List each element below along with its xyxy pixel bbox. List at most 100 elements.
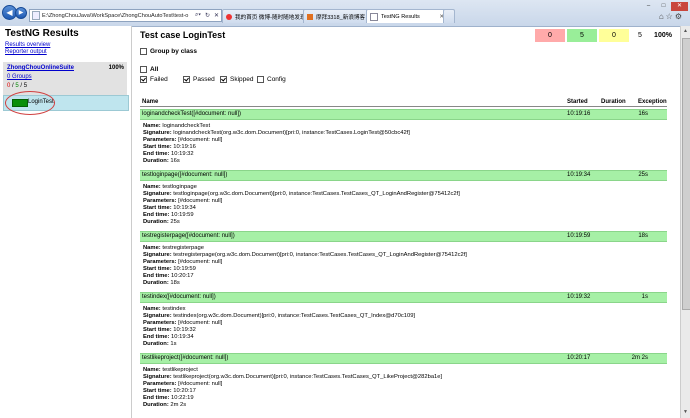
passed-checkbox[interactable] bbox=[183, 76, 190, 83]
detail-line: Duration: 1s bbox=[143, 341, 415, 348]
detail-line: Start time: 10:20:17 bbox=[143, 388, 442, 395]
address-bar[interactable]: E:\ZhongChouJava\WorkSpace\ZhongChouAuto… bbox=[29, 9, 222, 22]
star-icon[interactable]: ☆ bbox=[666, 12, 675, 21]
group-by-class-label: Group by class bbox=[150, 48, 197, 55]
detail-value: [#document: null] bbox=[178, 259, 223, 266]
row-method-name[interactable]: loginandcheckTest([#document: null]) bbox=[142, 111, 241, 117]
detail-line: Signature: loginandcheckTest(org.w3c.dom… bbox=[143, 130, 410, 137]
detail-line: Parameters: [#document: null] bbox=[143, 259, 467, 266]
skipped-checkbox[interactable] bbox=[220, 76, 227, 83]
detail-line: Signature: testloginpage(org.w3c.dom.Doc… bbox=[143, 191, 460, 198]
gear-icon[interactable]: ⚙ bbox=[675, 12, 684, 21]
refresh-icon[interactable]: ↻ bbox=[203, 12, 212, 19]
results-overview-link[interactable]: Results overview bbox=[5, 42, 50, 48]
detail-label: Start time: bbox=[143, 327, 172, 334]
all-checkbox[interactable] bbox=[140, 66, 147, 73]
scroll-down-icon[interactable]: ▼ bbox=[683, 409, 688, 415]
column-started: Started bbox=[567, 99, 588, 105]
tab-label: 摩拜3318_新浪博客 bbox=[316, 14, 366, 21]
row-started: 10:19:59 bbox=[567, 233, 591, 239]
row-method-name[interactable]: testloginpage([#document: null]) bbox=[142, 172, 227, 178]
failed-checkbox[interactable] bbox=[140, 76, 147, 83]
tab-testng-results[interactable]: TestNG Results ✕ bbox=[366, 9, 448, 23]
detail-line: Duration: 18s bbox=[143, 280, 467, 287]
reporter-output-link[interactable]: Reporter output bbox=[5, 49, 47, 55]
row-started: 10:19:34 bbox=[567, 172, 591, 178]
detail-value: loginandcheckTest(org.w3c.dom.Document)[… bbox=[173, 130, 410, 137]
detail-line: Duration: 2m 2s bbox=[143, 402, 442, 409]
detail-value: [#document: null] bbox=[178, 381, 223, 388]
detail-value: 10:19:32 bbox=[171, 151, 194, 158]
stop-icon[interactable]: ✕ bbox=[212, 12, 221, 19]
detail-value: testregisterpage bbox=[162, 245, 204, 251]
suite-name-link[interactable]: ZhongChouOnlineSuite bbox=[7, 65, 74, 71]
detail-label: Duration: bbox=[143, 158, 169, 165]
row-method-name[interactable]: testregisterpage([#document: null]) bbox=[142, 233, 235, 239]
all-option[interactable]: All bbox=[140, 66, 158, 73]
detail-line: Parameters: [#document: null] bbox=[143, 381, 442, 388]
blog-icon bbox=[307, 13, 313, 20]
toolbar-icons[interactable]: ⌂☆⚙ bbox=[659, 12, 684, 21]
detail-label: Duration: bbox=[143, 341, 169, 348]
maximize-button[interactable]: □ bbox=[656, 2, 671, 11]
detail-label: Name: bbox=[143, 123, 161, 129]
page-scrollbar[interactable]: ▲ ▼ bbox=[680, 26, 690, 418]
close-window-button[interactable]: ✕ bbox=[671, 2, 688, 11]
filter-failed[interactable]: Failed bbox=[140, 76, 168, 83]
browser-chrome: ◀ ▶ E:\ZhongChouJava\WorkSpace\ZhongChou… bbox=[0, 0, 690, 27]
group-by-class-checkbox[interactable] bbox=[140, 48, 147, 55]
detail-line: End time: 10:20:17 bbox=[143, 273, 467, 280]
detail-value: testlikeproject bbox=[162, 367, 198, 373]
detail-label: Duration: bbox=[143, 402, 169, 409]
detail-line: Name: testindex bbox=[143, 306, 415, 313]
tab-sina-blog[interactable]: 摩拜3318_新浪博客 bbox=[303, 9, 371, 23]
detail-label: Name: bbox=[143, 306, 161, 312]
tab-weibo[interactable]: 我的首页 微博-随时随地发现... bbox=[222, 9, 308, 23]
row-method-name[interactable]: testindex([#document: null]) bbox=[142, 294, 216, 300]
detail-label: Duration: bbox=[143, 219, 169, 226]
table-row[interactable]: testindex([#document: null]) 10:19:32 1s bbox=[140, 292, 667, 303]
filter-skipped[interactable]: Skipped bbox=[220, 76, 254, 83]
suite-percent: 100% bbox=[108, 65, 124, 71]
table-row[interactable]: testregisterpage([#document: null]) 10:19… bbox=[140, 231, 667, 242]
table-row[interactable]: testloginpage([#document: null]) 10:19:34… bbox=[140, 170, 667, 181]
scroll-thumb[interactable] bbox=[682, 38, 690, 310]
detail-line: Parameters: [#document: null] bbox=[143, 198, 460, 205]
group-by-class-option[interactable]: Group by class bbox=[140, 48, 197, 55]
row-details: Name: testindex Signature: testindex(org.… bbox=[143, 306, 415, 349]
detail-value: [#document: null] bbox=[178, 198, 223, 205]
detail-line: Start time: 10:19:32 bbox=[143, 327, 415, 334]
detail-label: Start time: bbox=[143, 144, 172, 151]
table-row[interactable]: testlikeproject([#document: null]) 10:20:… bbox=[140, 353, 667, 364]
detail-label: Signature: bbox=[143, 374, 172, 381]
detail-line: Parameters: [#document: null] bbox=[143, 137, 410, 144]
detail-label: Parameters: bbox=[143, 137, 177, 144]
filter-config[interactable]: Config bbox=[257, 76, 286, 83]
detail-label: Start time: bbox=[143, 388, 172, 395]
row-duration: 1s bbox=[641, 294, 648, 300]
detail-line: End time: 10:22:19 bbox=[143, 395, 442, 402]
row-method-name[interactable]: testlikeproject([#document: null]) bbox=[142, 355, 228, 361]
groups-link[interactable]: 0 Groups bbox=[7, 74, 32, 80]
row-started: 10:19:32 bbox=[567, 294, 591, 300]
config-checkbox[interactable] bbox=[257, 76, 264, 83]
table-row[interactable]: loginandcheckTest([#document: null]) 10:1… bbox=[140, 109, 667, 120]
minimize-button[interactable]: – bbox=[641, 2, 656, 11]
skipped-stat: 0 bbox=[599, 29, 629, 42]
detail-label: Signature: bbox=[143, 130, 172, 137]
detail-line: Start time: 10:19:59 bbox=[143, 266, 467, 273]
search-icon[interactable]: ⌕▾ bbox=[193, 12, 203, 19]
filter-passed[interactable]: Passed bbox=[183, 76, 215, 83]
detail-label: Signature: bbox=[143, 252, 172, 259]
home-icon[interactable]: ⌂ bbox=[659, 12, 666, 21]
detail-line: Start time: 10:19:34 bbox=[143, 205, 460, 212]
detail-label: Start time: bbox=[143, 205, 172, 212]
scroll-up-icon[interactable]: ▲ bbox=[683, 28, 688, 34]
new-tab-button[interactable] bbox=[443, 9, 455, 23]
forward-button[interactable]: ▶ bbox=[15, 7, 27, 19]
page-title: Test case LoginTest bbox=[140, 30, 226, 40]
address-url: E:\ZhongChouJava\WorkSpace\ZhongChouAuto… bbox=[42, 12, 189, 19]
main-content: Test case LoginTest 0 5 0 5 100% Group b… bbox=[137, 26, 677, 418]
detail-line: Signature: testlikeproject(org.w3c.dom.D… bbox=[143, 374, 442, 381]
detail-label: Parameters: bbox=[143, 381, 177, 388]
